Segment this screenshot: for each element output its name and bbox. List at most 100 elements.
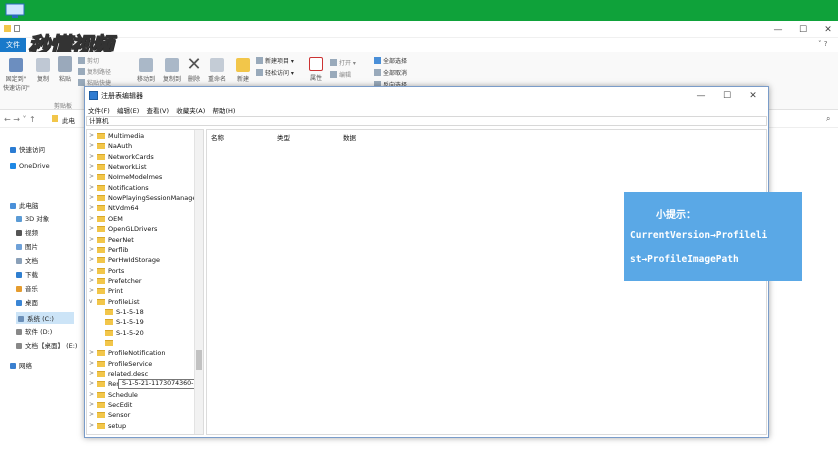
help-icon[interactable]: ˅ ? <box>818 40 827 48</box>
address-text[interactable]: 此电 <box>62 115 75 125</box>
tree-scrollbar-thumb[interactable] <box>196 350 202 370</box>
expand-chevron-icon[interactable]: > <box>89 369 94 379</box>
expand-chevron-icon[interactable]: > <box>89 245 94 255</box>
tree-row[interactable]: > Print <box>87 286 195 296</box>
copy-path-button[interactable]: 复制路径 <box>78 67 111 76</box>
expand-chevron-icon[interactable]: > <box>89 400 94 410</box>
column-name[interactable]: 名称 <box>211 132 224 142</box>
expand-chevron-icon[interactable]: > <box>89 379 94 389</box>
expand-chevron-icon[interactable]: > <box>89 266 94 276</box>
expand-chevron-icon[interactable]: > <box>89 141 94 151</box>
expand-chevron-icon[interactable]: > <box>89 276 94 286</box>
nav-item[interactable]: 3D 对象 <box>16 213 49 223</box>
regedit-minimize-button[interactable]: — <box>695 91 707 101</box>
this-pc-icon[interactable] <box>4 3 26 19</box>
select-all-button[interactable]: 全部选择 <box>374 56 407 65</box>
paste-button[interactable]: 粘贴 <box>56 56 74 83</box>
expand-chevron-icon[interactable]: > <box>89 224 94 234</box>
tree-row[interactable]: > NoImeModelmes <box>87 172 195 182</box>
menu-favorites[interactable]: 收藏夹(A) <box>176 105 205 115</box>
expand-chevron-icon[interactable]: > <box>89 162 94 172</box>
tree-row[interactable]: > Prefetcher <box>87 276 195 286</box>
tree-row[interactable]: > NaAuth <box>87 141 195 151</box>
tree-row[interactable]: v ProfileList <box>87 297 195 307</box>
tree-row[interactable]: > NtVdm64 <box>87 203 195 213</box>
edit-button[interactable]: 编辑 <box>330 70 351 79</box>
expand-chevron-icon[interactable]: > <box>89 421 94 431</box>
nav-item[interactable]: OneDrive <box>10 162 50 170</box>
tree-row[interactable] <box>87 338 195 348</box>
menu-help[interactable]: 帮助(H) <box>213 105 236 115</box>
search-icon[interactable]: ⌕ <box>826 114 830 124</box>
tree-scrollbar[interactable] <box>194 130 203 434</box>
expand-chevron-icon[interactable]: > <box>89 193 94 203</box>
nav-item[interactable]: 下载 <box>16 269 38 279</box>
tree-row[interactable]: > NetworkCards <box>87 152 195 162</box>
copy-button[interactable]: 复制 <box>34 58 52 83</box>
tree-row[interactable]: > PerHwIdStorage <box>87 255 195 265</box>
tree-row[interactable]: > related.desc <box>87 369 195 379</box>
expand-chevron-icon[interactable]: > <box>89 348 94 358</box>
collapse-chevron-icon[interactable]: v <box>89 297 93 307</box>
expand-chevron-icon[interactable]: > <box>89 359 94 369</box>
tree-row[interactable]: S-1-5-19 <box>87 317 195 327</box>
column-type[interactable]: 类型 <box>277 132 290 142</box>
nav-item[interactable]: 系统 (C:) <box>16 312 74 324</box>
new-folder-button[interactable]: 新建 <box>234 58 252 83</box>
regedit-address-bar[interactable]: 计算机 <box>86 116 767 126</box>
tree-row[interactable]: > OEM <box>87 214 195 224</box>
delete-button[interactable]: ✕ 删除 <box>184 56 204 84</box>
tab-file[interactable]: 文件 <box>0 38 26 52</box>
easy-access-button[interactable]: 轻松访问 ▾ <box>256 68 294 77</box>
menu-file[interactable]: 文件(F) <box>88 105 110 115</box>
nav-item[interactable]: 此电脑 <box>10 200 39 210</box>
tree-row[interactable]: > NowPlayingSessionManager <box>87 193 199 203</box>
explorer-maximize-button[interactable]: ☐ <box>797 25 809 35</box>
cut-button[interactable]: 剪切 <box>78 56 99 65</box>
copy-to-button[interactable]: 复制到 <box>160 58 184 83</box>
nav-item[interactable]: 音乐 <box>16 283 38 293</box>
tree-row[interactable]: > Schedule <box>87 390 195 400</box>
nav-item[interactable]: 网络 <box>10 360 32 370</box>
rename-button[interactable]: 重命名 <box>206 58 228 83</box>
tree-row[interactable]: > Perflib <box>87 245 195 255</box>
explorer-close-button[interactable]: ✕ <box>822 25 834 35</box>
open-button[interactable]: 打开 ▾ <box>330 58 356 67</box>
tree-row[interactable]: > Sensor <box>87 410 195 420</box>
properties-icon[interactable] <box>14 25 20 32</box>
nav-arrows-icon[interactable]: ← → ˅ ↑ <box>4 115 36 124</box>
tree-row[interactable]: > PeerNet <box>87 235 195 245</box>
expand-chevron-icon[interactable]: > <box>89 255 94 265</box>
tree-row[interactable]: > Notifications <box>87 183 195 193</box>
tree-row[interactable]: > Ports <box>87 266 195 276</box>
expand-chevron-icon[interactable]: > <box>89 214 94 224</box>
expand-chevron-icon[interactable]: > <box>89 235 94 245</box>
tree-row[interactable]: > setup <box>87 421 195 431</box>
nav-item[interactable]: 快速访问 <box>10 144 45 154</box>
pin-quick-access-button[interactable]: 固定到" 快速访问" <box>3 58 30 92</box>
expand-chevron-icon[interactable]: > <box>89 286 94 296</box>
expand-chevron-icon[interactable]: > <box>89 203 94 213</box>
expand-chevron-icon[interactable]: > <box>89 152 94 162</box>
nav-item[interactable]: 文档【桌面】 (E:) <box>16 340 77 350</box>
tree-row[interactable]: > Multimedia <box>87 131 195 141</box>
nav-item[interactable]: 视频 <box>16 227 38 237</box>
expand-chevron-icon[interactable]: > <box>89 410 94 420</box>
tree-row[interactable]: > ProfileNotification <box>87 348 195 358</box>
nav-item[interactable]: 图片 <box>16 241 38 251</box>
tree-row[interactable]: > SecEdit <box>87 400 195 410</box>
move-to-button[interactable]: 移动到 <box>134 58 158 83</box>
regedit-close-button[interactable]: ✕ <box>747 91 759 101</box>
select-none-button[interactable]: 全部取消 <box>374 68 407 77</box>
tree-row[interactable]: S-1-5-18 <box>87 307 195 317</box>
properties-button[interactable]: 属性 <box>306 57 326 82</box>
menu-edit[interactable]: 编辑(E) <box>117 105 139 115</box>
expand-chevron-icon[interactable]: > <box>89 131 94 141</box>
expand-chevron-icon[interactable]: > <box>89 390 94 400</box>
regedit-maximize-button[interactable]: ☐ <box>721 91 733 101</box>
expand-chevron-icon[interactable]: > <box>89 183 94 193</box>
menu-view[interactable]: 查看(V) <box>146 105 169 115</box>
new-item-button[interactable]: 新建项目 ▾ <box>256 56 294 65</box>
tree-row[interactable]: > ProfileService <box>87 359 195 369</box>
column-data[interactable]: 数据 <box>343 132 356 142</box>
